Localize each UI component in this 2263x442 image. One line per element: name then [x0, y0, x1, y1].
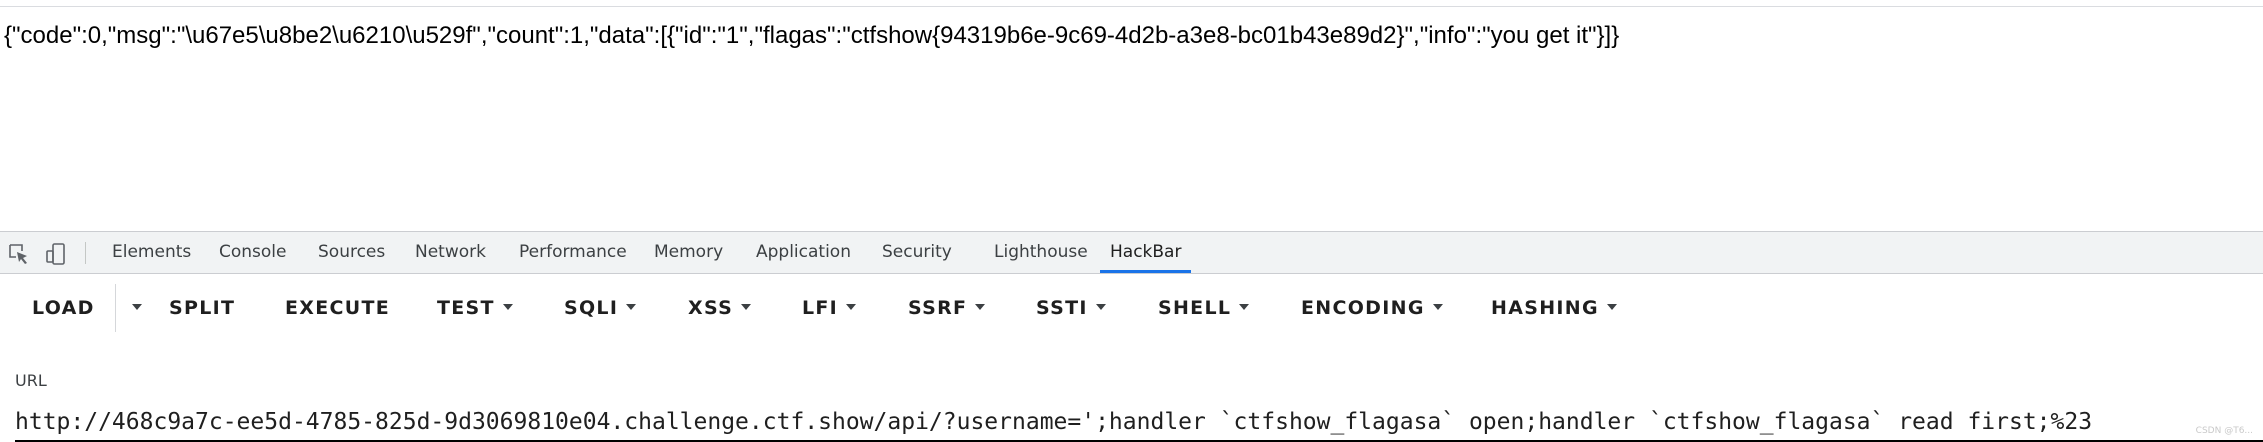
chevron-down-icon [1239, 303, 1250, 310]
xss-menu-button[interactable]: XSS [688, 274, 752, 342]
chevron-down-icon [132, 303, 142, 310]
chevron-down-icon [502, 303, 513, 310]
ssti-menu-button[interactable]: SSTI [1036, 274, 1106, 342]
chevron-down-icon [1095, 303, 1106, 310]
ssrf-menu-label: SSRF [908, 297, 968, 319]
tab-elements[interactable]: Elements [112, 232, 191, 273]
chevron-down-icon [846, 303, 857, 310]
url-input-value[interactable]: http://468c9a7c-ee5d-4785-825d-9d3069810… [15, 409, 2092, 435]
xss-menu-label: XSS [688, 297, 734, 319]
tab-application[interactable]: Application [756, 232, 851, 273]
tab-console[interactable]: Console [219, 232, 287, 273]
device-toolbar-icon[interactable] [44, 242, 68, 266]
inspect-element-icon[interactable] [7, 242, 31, 266]
hackbar-toolbar: LOAD SPLIT EXECUTE TEST SQLI XSS LFI SSR… [0, 274, 2263, 342]
lfi-menu-label: LFI [802, 297, 839, 319]
encoding-menu-button[interactable]: ENCODING [1301, 274, 1443, 342]
devtools-tabbar: Elements Console Sources Network Perform… [0, 231, 2263, 274]
tabbar-divider [85, 242, 86, 264]
chevron-down-icon [975, 303, 986, 310]
tab-performance[interactable]: Performance [519, 232, 627, 273]
json-response-body: {"code":0,"msg":"\u67e5\u8be2\u6210\u529… [4, 22, 1620, 49]
encoding-menu-label: ENCODING [1301, 297, 1425, 319]
tab-sources[interactable]: Sources [318, 232, 385, 273]
tab-security[interactable]: Security [882, 232, 952, 273]
hashing-menu-button[interactable]: HASHING [1491, 274, 1617, 342]
tab-hackbar[interactable]: HackBar [1100, 232, 1192, 273]
watermark: CSDN @T6... [2195, 426, 2253, 436]
hashing-menu-label: HASHING [1491, 297, 1599, 319]
sqli-menu-label: SQLI [564, 297, 619, 319]
page-top-border [0, 0, 2263, 7]
url-label: URL [15, 371, 47, 390]
load-options-button[interactable] [124, 274, 142, 342]
sqli-menu-button[interactable]: SQLI [564, 274, 637, 342]
url-input[interactable]: http://468c9a7c-ee5d-4785-825d-9d3069810… [15, 406, 2263, 442]
tab-memory[interactable]: Memory [654, 232, 723, 273]
chevron-down-icon [1606, 303, 1617, 310]
lfi-menu-button[interactable]: LFI [802, 274, 857, 342]
chevron-down-icon [626, 303, 637, 310]
chevron-down-icon [1432, 303, 1443, 310]
load-button[interactable]: LOAD [32, 274, 95, 342]
tab-network[interactable]: Network [415, 232, 486, 273]
ssrf-menu-button[interactable]: SSRF [908, 274, 986, 342]
test-menu-button[interactable]: TEST [437, 274, 513, 342]
test-menu-label: TEST [437, 297, 495, 319]
tab-lighthouse[interactable]: Lighthouse [994, 232, 1088, 273]
ssti-menu-label: SSTI [1036, 297, 1088, 319]
shell-menu-button[interactable]: SHELL [1158, 274, 1250, 342]
shell-menu-label: SHELL [1158, 297, 1232, 319]
devtools-panel: Elements Console Sources Network Perform… [0, 231, 2263, 442]
split-button[interactable]: SPLIT [169, 274, 235, 342]
execute-button[interactable]: EXECUTE [285, 274, 390, 342]
load-button-divider [115, 284, 116, 332]
chevron-down-icon [741, 303, 752, 310]
